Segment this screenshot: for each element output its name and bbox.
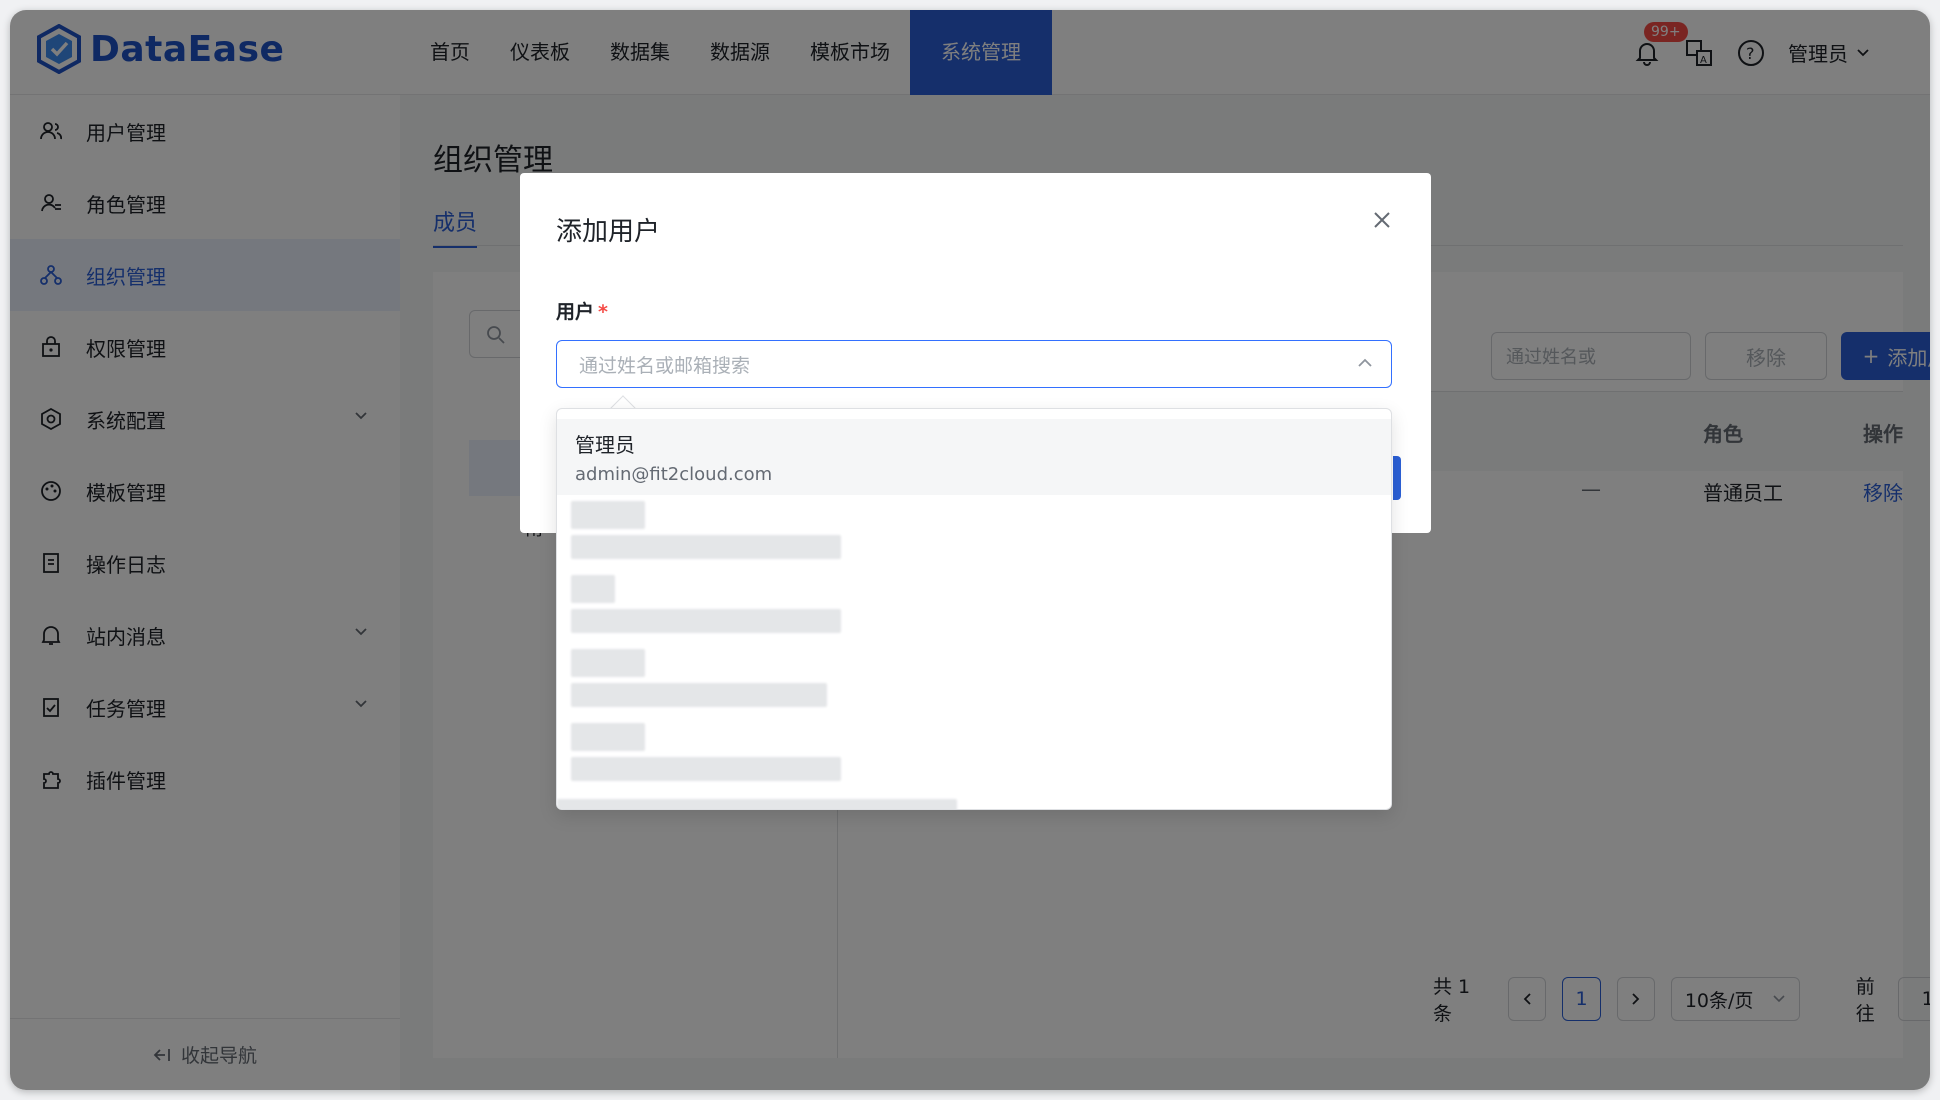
required-mark: *: [598, 301, 608, 323]
chevron-up-icon: [1358, 358, 1372, 367]
dialog-title: 添加用户: [556, 217, 661, 247]
option-name: 管理员: [575, 433, 635, 457]
confirm-button-edge[interactable]: [1393, 456, 1401, 500]
user-dropdown: 管理员 admin@fit2cloud.com: [556, 408, 1392, 810]
user-search-select[interactable]: 通过姓名或邮箱搜索: [556, 340, 1392, 388]
field-label-text: 用户: [556, 301, 595, 323]
select-placeholder: 通过姓名或邮箱搜索: [579, 354, 751, 377]
close-icon[interactable]: [1369, 207, 1395, 233]
user-field-label: 用户 *: [556, 297, 608, 324]
dropdown-option[interactable]: 管理员 admin@fit2cloud.com: [557, 419, 1391, 495]
option-email: admin@fit2cloud.com: [575, 464, 773, 485]
app-window: DataEase 首页 仪表板 数据集 数据源 模板市场 系统管理 99+ A …: [10, 10, 1930, 1090]
